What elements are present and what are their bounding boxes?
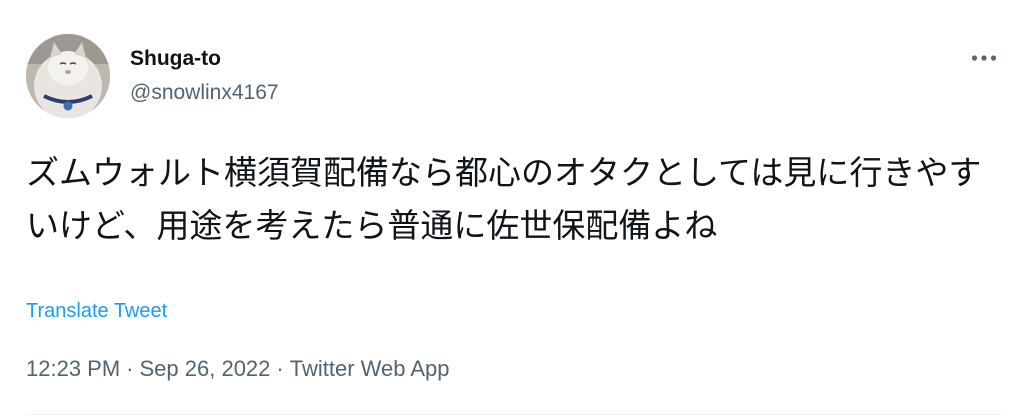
tweet-metadata: 12:23 PM · Sep 26, 2022 · Twitter Web App bbox=[26, 354, 450, 384]
divider bbox=[26, 414, 1002, 415]
avatar[interactable] bbox=[26, 34, 110, 118]
ellipsis-icon bbox=[971, 55, 997, 61]
tweet-source[interactable]: Twitter Web App bbox=[290, 356, 450, 381]
author-handle[interactable]: @snowlinx4167 bbox=[130, 80, 279, 106]
tweet-text: ズムウォルト横須賀配備なら都心のオタクとしては見に行きやすいけど、用途を考えたら… bbox=[26, 153, 982, 245]
meta-separator: · bbox=[276, 356, 284, 381]
author-display-name[interactable]: Shuga-to bbox=[130, 46, 221, 72]
tweet-date[interactable]: Sep 26, 2022 bbox=[140, 356, 271, 381]
tweet-card: Shuga-to @snowlinx4167 ズムウォルト横須賀配備なら都心のオ… bbox=[0, 0, 1024, 418]
more-options-button[interactable] bbox=[966, 44, 1002, 72]
meta-separator: · bbox=[126, 356, 134, 381]
translate-tweet-link[interactable]: Translate Tweet bbox=[26, 298, 167, 324]
cat-avatar-icon bbox=[26, 34, 110, 118]
tweet-time[interactable]: 12:23 PM bbox=[26, 356, 120, 381]
